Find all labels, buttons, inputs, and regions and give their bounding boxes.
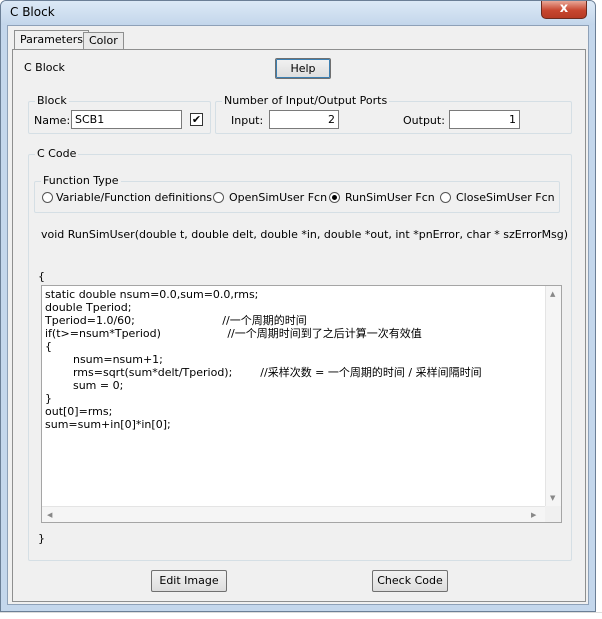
title-bar[interactable]: C Block x (1, 1, 595, 25)
radio-opensimuser-fcn[interactable] (213, 192, 224, 203)
check-code-button[interactable]: Check Code (372, 570, 448, 592)
scrollbar-corner (545, 506, 561, 522)
output-ports-field[interactable]: 1 (449, 110, 520, 129)
input-ports-field[interactable]: 2 (269, 110, 339, 129)
horizontal-scrollbar[interactable]: ◀ ▶ (42, 506, 545, 522)
block-type-label: C Block (24, 61, 65, 74)
close-brace: } (38, 532, 45, 545)
scroll-up-icon[interactable]: ▲ (550, 290, 555, 298)
block-group-legend: Block (35, 94, 69, 107)
vertical-scrollbar[interactable]: ▲ ▼ (545, 286, 561, 507)
checkmark-icon: ✔ (191, 113, 202, 126)
function-signature: void RunSimUser(double t, double delt, d… (41, 228, 569, 241)
scroll-down-icon[interactable]: ▼ (550, 494, 555, 502)
radio-label-runsimuser-fcn[interactable]: RunSimUser Fcn (345, 191, 435, 205)
ports-group-legend: Number of Input/Output Ports (222, 94, 390, 107)
close-icon[interactable]: x (541, 1, 587, 19)
help-button[interactable]: Help (275, 58, 331, 79)
tab-parameters[interactable]: Parameters (14, 30, 89, 50)
function-type-legend: Function Type (41, 174, 121, 187)
window-title: C Block (10, 5, 55, 19)
radio-label-closesimuser-fcn[interactable]: CloseSimUser Fcn (456, 191, 555, 205)
name-label: Name: (34, 114, 71, 127)
background-strip (0, 612, 602, 619)
block-name-checkbox[interactable]: ✔ (190, 113, 203, 126)
tab-color[interactable]: Color (83, 32, 124, 50)
radio-label-opensimuser-fcn[interactable]: OpenSimUser Fcn (229, 191, 327, 205)
parameters-panel: C Block Help Block Name: SCB1 ✔ Number o… (12, 49, 586, 602)
c-block-dialog: C Block x Parameters Color C Block Help … (0, 0, 596, 612)
block-name-input[interactable]: SCB1 (71, 110, 182, 129)
c-code-legend: C Code (35, 147, 79, 160)
radio-closesimuser-fcn[interactable] (440, 192, 451, 203)
function-type-group: Function Type Variable/Function definiti… (34, 175, 560, 213)
block-group: Block Name: SCB1 ✔ (28, 95, 211, 134)
radio-runsimuser-fcn[interactable] (329, 192, 340, 203)
input-ports-label: Input: (231, 114, 264, 127)
edit-image-button[interactable]: Edit Image (151, 570, 227, 592)
scroll-right-icon[interactable]: ▶ (531, 511, 536, 519)
ports-group: Number of Input/Output Ports Input: 2 Ou… (215, 95, 572, 134)
open-brace: { (38, 270, 45, 283)
output-ports-label: Output: (403, 114, 445, 127)
radio-label-variable-function-definitions[interactable]: Variable/Function definitions (56, 191, 212, 205)
radio-variable-function-definitions[interactable] (42, 192, 53, 203)
c-code-group: C Code Function Type Variable/Function d… (28, 148, 572, 561)
radio-selected-dot (332, 195, 337, 200)
dialog-client-area: Parameters Color C Block Help Block Name… (7, 25, 589, 605)
scroll-left-icon[interactable]: ◀ (47, 511, 52, 519)
code-text[interactable]: static double nsum=0.0,sum=0.0,rms; doub… (45, 288, 539, 504)
code-editor[interactable]: static double nsum=0.0,sum=0.0,rms; doub… (41, 285, 562, 523)
